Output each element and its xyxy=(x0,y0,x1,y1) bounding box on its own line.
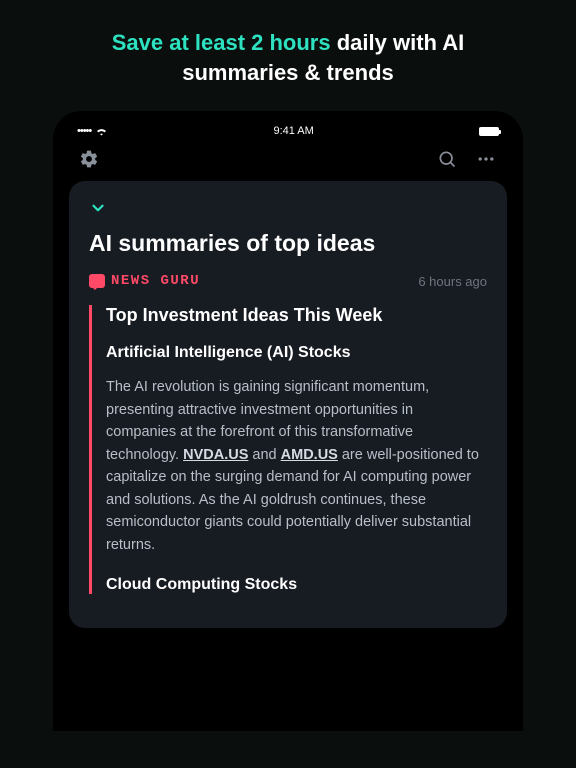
timestamp: 6 hours ago xyxy=(418,274,487,289)
more-horizontal-icon xyxy=(475,149,497,169)
summary-card: AI summaries of top ideas NEWS GURU 6 ho… xyxy=(69,181,507,628)
source-logo-icon xyxy=(89,274,105,288)
signal-dots-icon: ••••• xyxy=(77,125,91,137)
status-bar: ••••• 9:41 AM xyxy=(67,121,509,143)
wifi-icon xyxy=(95,127,108,136)
source-brand[interactable]: NEWS GURU xyxy=(89,273,200,289)
ticker-link-nvda[interactable]: NVDA.US xyxy=(183,447,248,463)
source-name: NEWS GURU xyxy=(111,273,200,289)
body-text: and xyxy=(248,447,280,463)
battery-icon xyxy=(479,127,499,136)
collapse-button[interactable] xyxy=(89,204,107,221)
section-title-cloud: Cloud Computing Stocks xyxy=(106,576,487,594)
status-time: 9:41 AM xyxy=(273,125,313,137)
promo-header: Save at least 2 hours daily with AI summ… xyxy=(0,0,576,111)
status-right xyxy=(479,127,499,136)
promo-highlight: Save at least 2 hours xyxy=(112,30,331,55)
article-body: Top Investment Ideas This Week Artificia… xyxy=(89,305,487,594)
more-button[interactable] xyxy=(475,149,497,169)
card-title: AI summaries of top ideas xyxy=(89,230,487,257)
search-button[interactable] xyxy=(437,149,457,169)
article-headline: Top Investment Ideas This Week xyxy=(106,305,487,326)
search-icon xyxy=(437,149,457,169)
source-row: NEWS GURU 6 hours ago xyxy=(89,273,487,289)
status-left: ••••• xyxy=(77,125,108,137)
ticker-link-amd[interactable]: AMD.US xyxy=(281,447,338,463)
gear-icon xyxy=(79,149,99,169)
article-paragraph: The AI revolution is gaining significant… xyxy=(106,376,487,556)
settings-button[interactable] xyxy=(79,149,99,169)
chevron-down-icon xyxy=(89,199,107,217)
device-frame: ••••• 9:41 AM xyxy=(53,111,523,731)
app-bar xyxy=(67,143,509,181)
section-title-ai: Artificial Intelligence (AI) Stocks xyxy=(106,344,487,362)
